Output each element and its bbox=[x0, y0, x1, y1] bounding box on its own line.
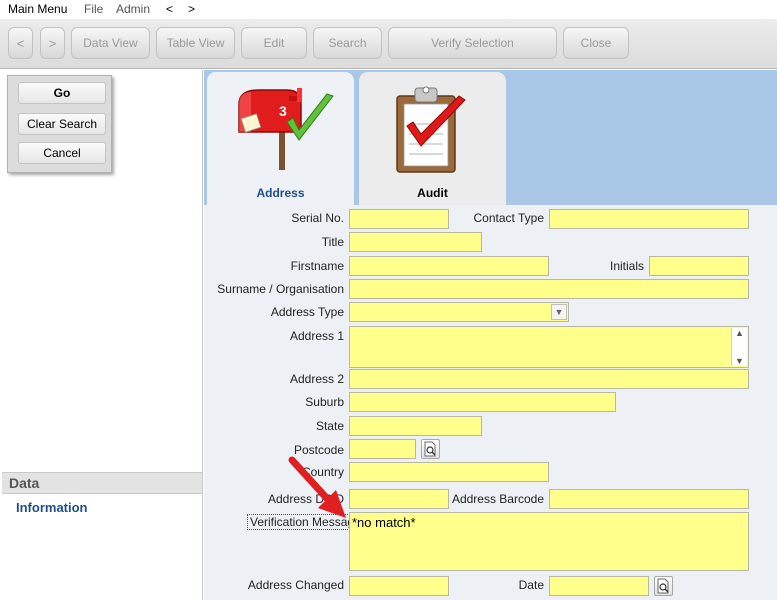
clipboard-icon bbox=[396, 86, 466, 173]
menu-bar: Main Menu File Admin < > bbox=[0, 0, 777, 19]
date-field[interactable] bbox=[549, 576, 649, 596]
firstname-label: Firstname bbox=[290, 259, 344, 273]
verification-message-label: Verification Message bbox=[247, 514, 364, 530]
postcode-field[interactable] bbox=[349, 439, 416, 459]
postcode-label: Postcode bbox=[293, 443, 344, 457]
search-button[interactable]: Search bbox=[313, 27, 382, 59]
date-label: Date bbox=[518, 578, 544, 592]
scroll-up-icon[interactable]: ▲ bbox=[735, 328, 744, 338]
mailbox-icon: 3 bbox=[238, 88, 334, 170]
suburb-field[interactable] bbox=[349, 392, 616, 412]
toolbar: < > Data View Table View Edit Search Ver… bbox=[0, 19, 777, 69]
initials-field[interactable] bbox=[649, 256, 749, 276]
lookup-icon bbox=[657, 578, 669, 594]
tab-address-label: Address bbox=[256, 186, 305, 200]
address-barcode-field[interactable] bbox=[549, 489, 749, 509]
surname-field[interactable] bbox=[349, 279, 749, 299]
data-section-header: Data bbox=[2, 472, 202, 494]
scroll-down-icon[interactable]: ▼ bbox=[735, 356, 744, 366]
action-box: Go Clear Search Cancel bbox=[7, 75, 112, 173]
data-view-button[interactable]: Data View bbox=[71, 27, 150, 59]
address-dpid-label: Address DPID bbox=[267, 492, 344, 506]
address-type-select[interactable]: ▼ bbox=[349, 302, 569, 322]
tab-audit-label: Audit bbox=[417, 186, 448, 200]
date-picker-button[interactable] bbox=[654, 576, 673, 596]
verification-message-field[interactable]: *no match* bbox=[349, 512, 749, 571]
address1-field[interactable]: ▲ ▼ bbox=[349, 326, 749, 368]
clear-search-button[interactable]: Clear Search bbox=[18, 113, 106, 135]
title-field[interactable] bbox=[349, 232, 482, 252]
address1-scrollbar[interactable]: ▲ ▼ bbox=[731, 328, 747, 366]
menu-forward[interactable]: > bbox=[188, 2, 195, 16]
menu-file[interactable]: File bbox=[84, 2, 103, 16]
menu-back[interactable]: < bbox=[166, 2, 173, 16]
serial-no-field[interactable] bbox=[349, 209, 449, 229]
chevron-down-icon[interactable]: ▼ bbox=[551, 304, 567, 320]
contact-type-label: Contact Type bbox=[473, 211, 545, 225]
address-form: Serial No. Contact Type Title Firstname … bbox=[204, 205, 777, 600]
contact-type-field[interactable] bbox=[549, 209, 749, 229]
table-view-button[interactable]: Table View bbox=[156, 27, 235, 59]
lookup-icon bbox=[424, 441, 436, 457]
mailbox-number: 3 bbox=[279, 103, 287, 119]
country-label: Country bbox=[301, 465, 344, 479]
address1-label: Address 1 bbox=[289, 329, 344, 343]
edit-button[interactable]: Edit bbox=[241, 27, 307, 59]
address2-field[interactable] bbox=[349, 369, 749, 389]
address-dpid-field[interactable] bbox=[349, 489, 449, 509]
state-field[interactable] bbox=[349, 416, 482, 436]
address2-label: Address 2 bbox=[289, 372, 344, 386]
address-barcode-label: Address Barcode bbox=[451, 492, 544, 506]
address-changed-label: Address Changed bbox=[247, 578, 344, 592]
forward-button[interactable]: > bbox=[40, 27, 65, 59]
suburb-label: Suburb bbox=[305, 395, 344, 409]
cancel-button[interactable]: Cancel bbox=[18, 142, 106, 164]
address-type-label: Address Type bbox=[270, 305, 344, 319]
close-button[interactable]: Close bbox=[563, 27, 629, 59]
left-panel: Go Clear Search Cancel Data Information bbox=[0, 70, 203, 600]
firstname-field[interactable] bbox=[349, 256, 549, 276]
country-field[interactable] bbox=[349, 462, 549, 482]
verify-selection-button[interactable]: Verify Selection bbox=[388, 27, 557, 59]
initials-label: Initials bbox=[609, 259, 644, 273]
address-changed-field[interactable] bbox=[349, 576, 449, 596]
tab-address[interactable]: 3 Address bbox=[207, 72, 354, 205]
menu-main[interactable]: Main Menu bbox=[8, 2, 67, 16]
serial-no-label: Serial No. bbox=[291, 211, 344, 225]
menu-admin[interactable]: Admin bbox=[116, 2, 150, 16]
go-button[interactable]: Go bbox=[18, 82, 106, 104]
tab-strip: 3 Address Audit bbox=[204, 70, 777, 205]
information-link[interactable]: Information bbox=[16, 500, 88, 515]
tab-audit[interactable]: Audit bbox=[359, 72, 506, 205]
state-label: State bbox=[315, 419, 344, 433]
back-button[interactable]: < bbox=[8, 27, 33, 59]
postcode-lookup-button[interactable] bbox=[421, 439, 440, 459]
title-label: Title bbox=[321, 235, 344, 249]
surname-label: Surname / Organisation bbox=[217, 282, 344, 296]
